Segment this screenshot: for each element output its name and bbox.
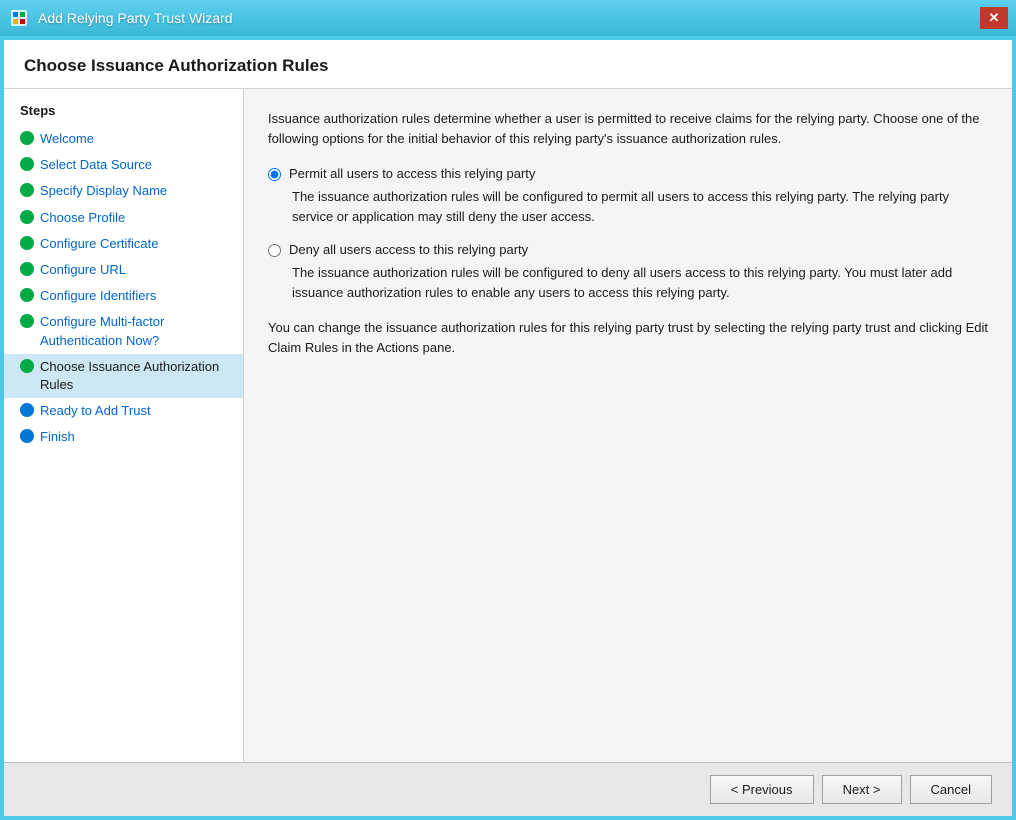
dot-icon: [20, 403, 34, 417]
description-text: Issuance authorization rules determine w…: [268, 109, 988, 148]
dot-icon: [20, 131, 34, 145]
sidebar-item-label: Choose Profile: [40, 209, 125, 227]
permit-all-description: The issuance authorization rules will be…: [292, 187, 988, 226]
dot-icon: [20, 236, 34, 250]
main-panel: Issuance authorization rules determine w…: [244, 89, 1012, 762]
dot-icon: [20, 183, 34, 197]
dialog-footer: < Previous Next > Cancel: [4, 762, 1012, 816]
sidebar-item-choose-profile[interactable]: Choose Profile: [4, 205, 243, 231]
sidebar-item-choose-issuance[interactable]: Choose Issuance Authorization Rules: [4, 354, 243, 398]
dot-icon: [20, 157, 34, 171]
sidebar-item-configure-certificate[interactable]: Configure Certificate: [4, 231, 243, 257]
sidebar-item-label: Welcome: [40, 130, 94, 148]
sidebar-item-label: Choose Issuance Authorization Rules: [40, 358, 227, 394]
dot-icon: [20, 262, 34, 276]
page-title: Choose Issuance Authorization Rules: [24, 56, 992, 76]
dot-icon: [20, 288, 34, 302]
sidebar-item-label: Finish: [40, 428, 75, 446]
sidebar-item-select-data-source[interactable]: Select Data Source: [4, 152, 243, 178]
sidebar-item-label: Configure URL: [40, 261, 126, 279]
sidebar-item-label: Select Data Source: [40, 156, 152, 174]
window-title: Add Relying Party Trust Wizard: [38, 10, 233, 26]
footer-note: You can change the issuance authorizatio…: [268, 318, 988, 357]
deny-all-label[interactable]: Deny all users access to this relying pa…: [289, 242, 528, 257]
deny-all-option[interactable]: Deny all users access to this relying pa…: [268, 242, 988, 257]
dialog-content: Steps Welcome Select Data Source Specify…: [4, 89, 1012, 762]
deny-all-description: The issuance authorization rules will be…: [292, 263, 988, 302]
previous-button[interactable]: < Previous: [710, 775, 814, 804]
sidebar-item-finish[interactable]: Finish: [4, 424, 243, 450]
dot-icon: [20, 429, 34, 443]
sidebar-item-label: Ready to Add Trust: [40, 402, 151, 420]
cancel-button[interactable]: Cancel: [910, 775, 992, 804]
sidebar: Steps Welcome Select Data Source Specify…: [4, 89, 244, 762]
sidebar-item-specify-display-name[interactable]: Specify Display Name: [4, 178, 243, 204]
title-bar: Add Relying Party Trust Wizard ✕: [0, 0, 1016, 36]
sidebar-heading: Steps: [4, 99, 243, 126]
wizard-window: Add Relying Party Trust Wizard ✕ Choose …: [0, 0, 1016, 820]
dot-icon: [20, 210, 34, 224]
sidebar-item-welcome[interactable]: Welcome: [4, 126, 243, 152]
sidebar-item-label: Configure Certificate: [40, 235, 159, 253]
close-button[interactable]: ✕: [980, 7, 1008, 29]
dialog-header: Choose Issuance Authorization Rules: [4, 40, 1012, 89]
title-bar-left: Add Relying Party Trust Wizard: [8, 7, 233, 29]
sidebar-item-ready-to-add[interactable]: Ready to Add Trust: [4, 398, 243, 424]
sidebar-item-label: Configure Multi-factor Authentication No…: [40, 313, 227, 349]
permit-all-option[interactable]: Permit all users to access this relying …: [268, 166, 988, 181]
permit-all-label[interactable]: Permit all users to access this relying …: [289, 166, 535, 181]
sidebar-item-configure-url[interactable]: Configure URL: [4, 257, 243, 283]
sidebar-item-configure-multifactor[interactable]: Configure Multi-factor Authentication No…: [4, 309, 243, 353]
deny-all-radio[interactable]: [268, 244, 281, 257]
next-button[interactable]: Next >: [822, 775, 902, 804]
dot-icon: [20, 359, 34, 373]
app-icon: [8, 7, 30, 29]
dialog-body: Choose Issuance Authorization Rules Step…: [4, 40, 1012, 816]
dot-icon: [20, 314, 34, 328]
permit-all-radio[interactable]: [268, 168, 281, 181]
sidebar-item-label: Specify Display Name: [40, 182, 167, 200]
sidebar-item-label: Configure Identifiers: [40, 287, 156, 305]
sidebar-item-configure-identifiers[interactable]: Configure Identifiers: [4, 283, 243, 309]
